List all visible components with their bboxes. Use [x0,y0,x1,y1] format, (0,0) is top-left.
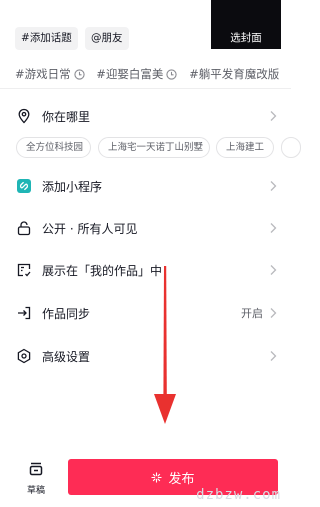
topic-suggestions: #游戏日常 #迎娶白富美 #躺平发育魔改版 [15,66,291,84]
advanced-settings-label: 高级设置 [42,349,91,364]
history-icon [74,68,85,80]
add-mini-program-label: 添加小程序 [42,179,103,194]
sparkle-icon [151,471,163,483]
select-cover-label: 选封面 [230,32,262,44]
add-topic-chip[interactable]: #添加话题 [15,27,78,50]
mention-friend-chip[interactable]: @朋友 [85,27,129,50]
chevron-right-icon [270,351,277,361]
location-suggestion-chip[interactable]: 上海宅一天诺丁山别墅 [98,137,210,158]
showcase-row[interactable]: 展示在「我的作品」中 [0,258,291,282]
mention-friend-label: 朋友 [101,32,123,44]
watermark: dzbzw.com [196,487,281,503]
lock-icon [17,221,31,236]
topic-suggestion[interactable]: #躺平发育魔改版 [189,66,279,82]
location-suggestion-chip[interactable] [281,137,301,158]
chevron-right-icon [270,265,277,275]
topic-label: #躺平发育魔改版 [189,67,280,81]
mini-program-icon [17,179,31,193]
showcase-label: 展示在「我的作品」中 [42,263,163,278]
chevron-right-icon [270,308,277,318]
settings-hexagon-icon [17,348,31,364]
publish-label: 发布 [168,471,195,487]
location-suggestion-chip[interactable]: 上海建工 [216,137,274,158]
sync-icon [18,306,31,320]
location-label: 你在哪里 [42,109,91,124]
topic-label: #迎娶白富美 [96,67,164,81]
location-row[interactable]: 你在哪里 [0,104,291,128]
location-pin-icon [18,108,30,124]
draft-button[interactable]: 草稿 [16,461,56,497]
sync-row[interactable]: 作品同步 开启 [0,301,291,325]
draft-box-icon [29,462,43,476]
sync-label: 作品同步 [42,306,91,321]
topic-suggestion[interactable]: #游戏日常 [15,66,85,82]
topic-suggestion[interactable]: #迎娶白富美 [96,66,178,82]
divider [0,88,291,89]
history-icon [166,68,178,80]
visibility-label: 公开 · 所有人可见 [42,221,138,236]
add-mini-program-row[interactable]: 添加小程序 [0,174,291,198]
annotation-arrow-icon [154,266,176,424]
chevron-right-icon [270,223,277,233]
cover-preview[interactable]: 选封面 [211,0,281,49]
at-icon: @ [91,32,102,44]
location-suggestion-chip[interactable]: 全方位科技园 [16,137,91,158]
chevron-right-icon [270,111,277,121]
sync-status: 开启 [241,307,263,320]
hashtag-icon: # [21,32,30,44]
topic-label: #游戏日常 [15,67,71,81]
chevron-right-icon [270,181,277,191]
add-topic-label: 添加话题 [29,32,72,44]
draft-label: 草稿 [26,486,45,496]
advanced-settings-row[interactable]: 高级设置 [0,344,291,368]
showcase-icon [17,263,31,277]
visibility-row[interactable]: 公开 · 所有人可见 [0,216,291,240]
